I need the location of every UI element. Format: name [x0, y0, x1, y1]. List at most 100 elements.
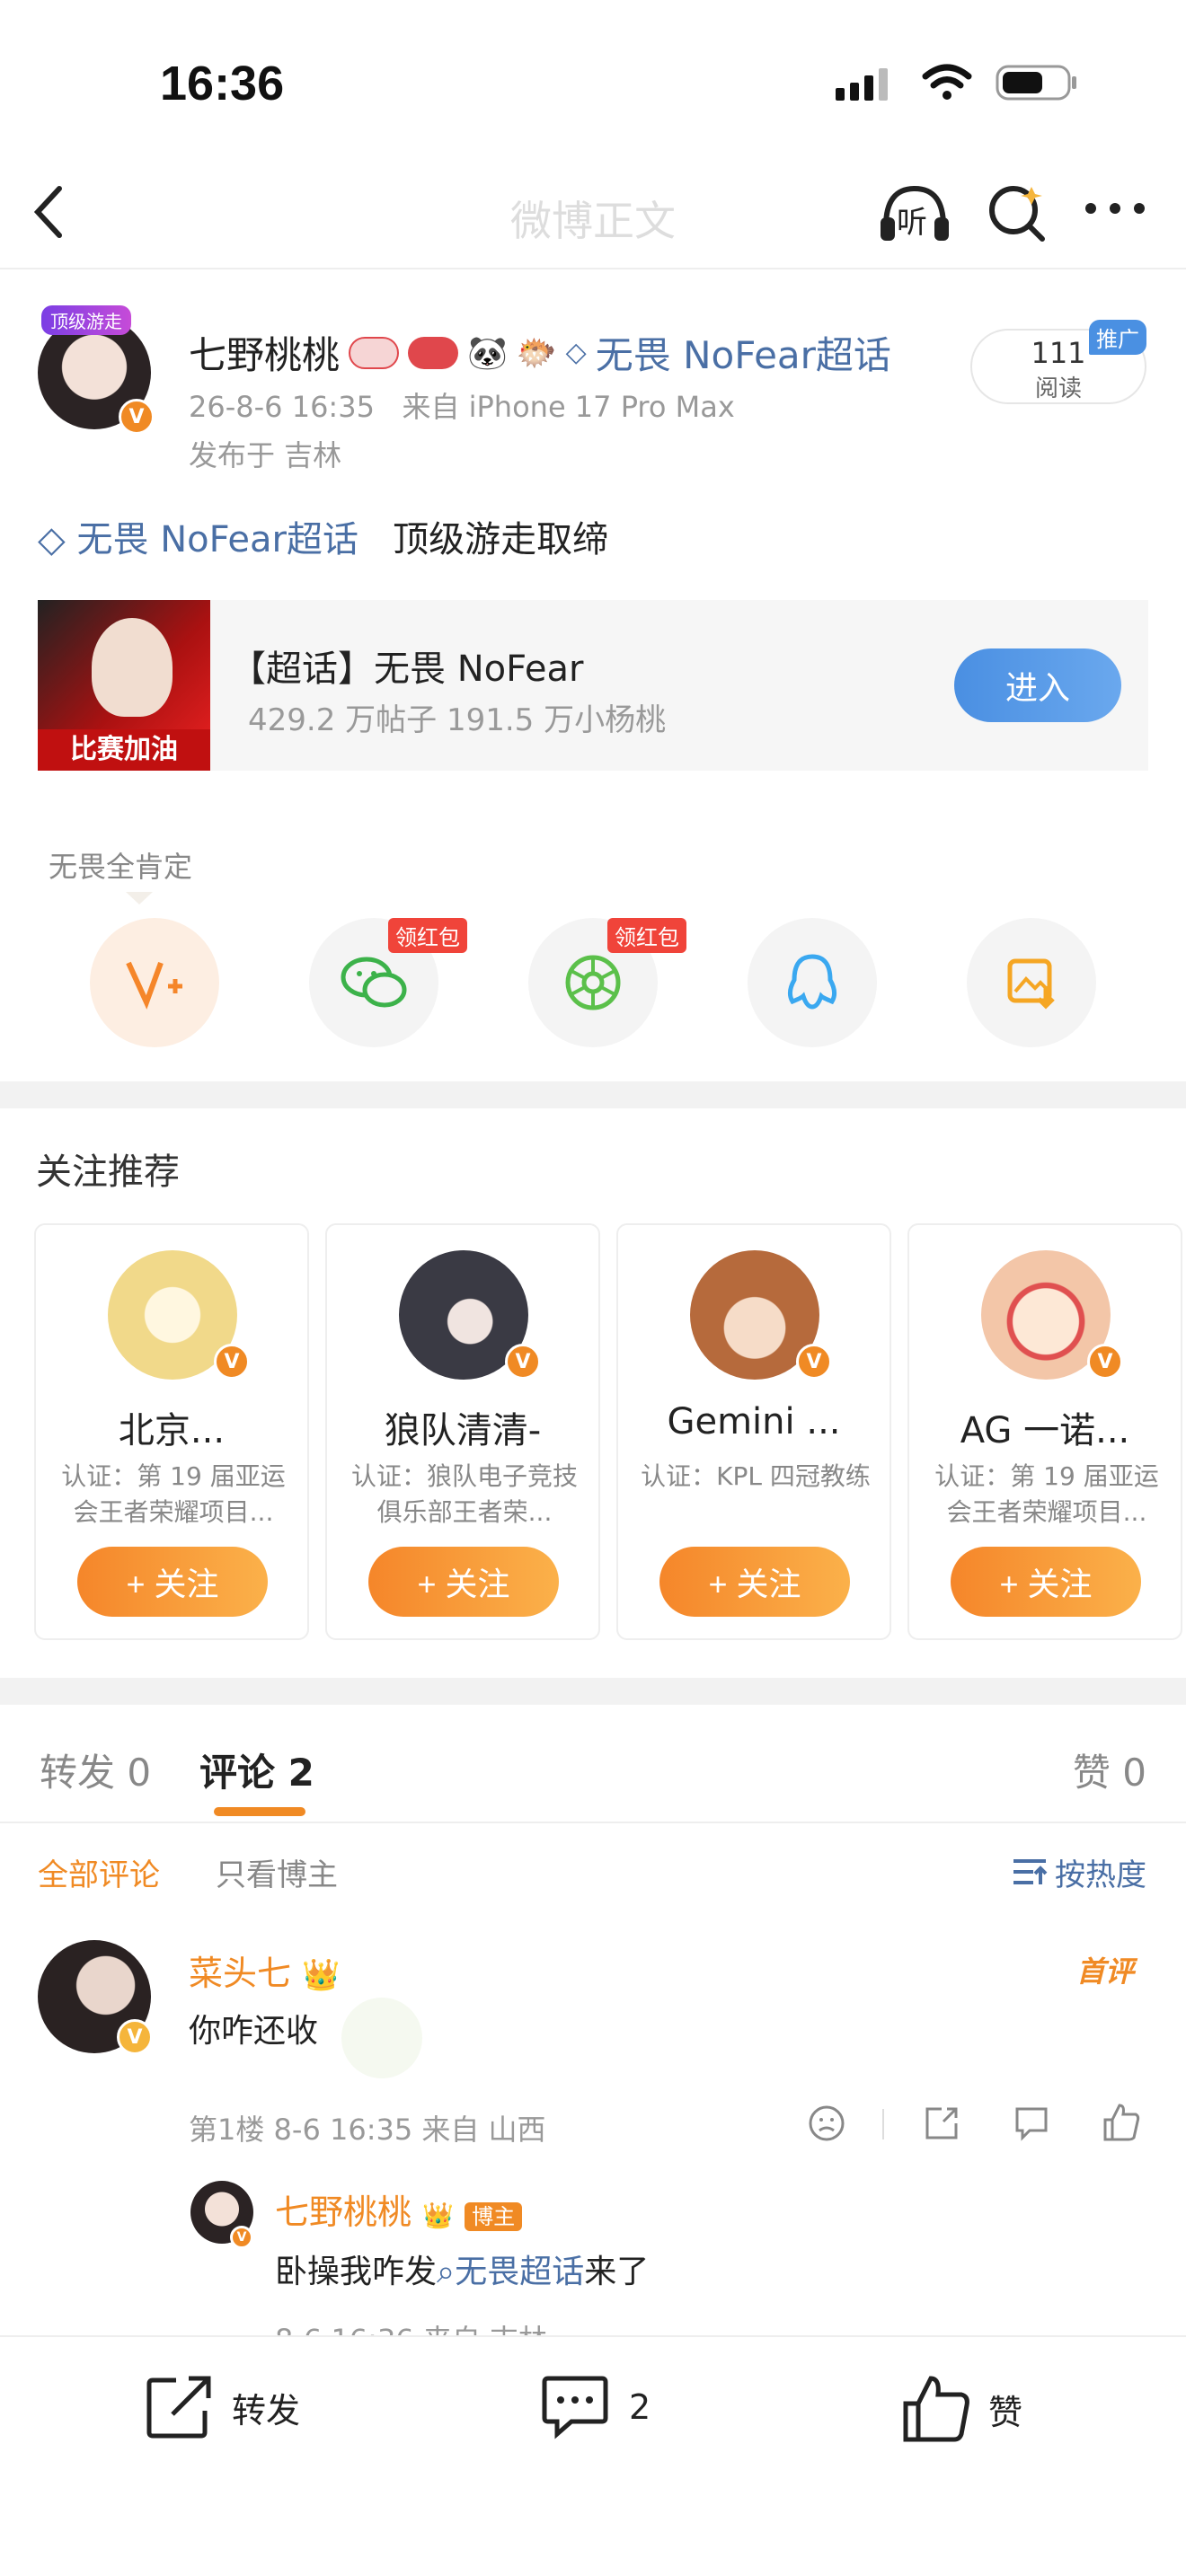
- recommend-title: 关注推荐: [36, 1151, 180, 1193]
- filter-all[interactable]: 全部评论: [38, 1850, 160, 1894]
- tab-bar: 转发 0 评论 2 赞 0: [0, 1707, 1186, 1823]
- share-comment-icon[interactable]: [922, 2104, 961, 2147]
- crown-icon: 👑: [422, 2201, 454, 2230]
- verified-badge: V: [796, 1344, 832, 1380]
- reply-author[interactable]: 七野桃桃 👑 博主: [275, 2184, 523, 2234]
- verified-badge: V: [230, 2226, 253, 2249]
- comment-author-name: 菜头七: [189, 1954, 292, 1993]
- repost-button[interactable]: 转发: [146, 2375, 300, 2439]
- follow-button[interactable]: + 关注: [659, 1547, 850, 1617]
- body-text: 顶级游走取缔: [393, 519, 609, 560]
- comment-author[interactable]: 菜头七 👑: [189, 1945, 340, 1995]
- like-label: 赞: [988, 2392, 1023, 2432]
- recommend-desc: 认证：第 19 届亚运会王者荣耀项目...: [61, 1461, 286, 1527]
- tab-like[interactable]: 赞 0: [1073, 1742, 1146, 1797]
- recommend-desc: 认证：狼队电子竞技俱乐部王者荣...: [350, 1461, 578, 1527]
- repost-label: 转发: [232, 2390, 301, 2430]
- search-icon[interactable]: [985, 180, 1049, 244]
- supertopic-image: 比赛加油: [38, 600, 210, 771]
- tab-repost[interactable]: 转发 0: [40, 1742, 151, 1797]
- avatar-badge: 顶级游走: [41, 305, 131, 335]
- post-meta: 26-8-6 16:35 来自 iPhone 17 Pro Max: [189, 384, 735, 426]
- post-source: 来自 iPhone 17 Pro Max: [402, 390, 735, 424]
- recommend-card[interactable]: V AG 一诺... 认证：第 19 届亚运会王者荣耀项目... + 关注: [907, 1223, 1182, 1640]
- verified-badge: V: [119, 399, 155, 435]
- sort-button[interactable]: 按热度: [1012, 1850, 1146, 1894]
- diamond-icon: ◇: [565, 337, 587, 368]
- post-body: ◇ 无畏 NoFear超话 顶级游走取缔: [38, 510, 608, 562]
- verified-badge: V: [117, 2019, 153, 2055]
- signal-icon: [836, 68, 888, 101]
- promo-tag: 推广: [1089, 320, 1146, 355]
- hint-arrow-icon: [126, 891, 153, 904]
- share-hint: 无畏全肯定: [49, 850, 193, 884]
- reply-topic-link[interactable]: 无畏超话: [455, 2254, 584, 2290]
- active-tab-indicator: [214, 1807, 305, 1816]
- bottom-action-bar: [0, 2335, 1186, 2576]
- fan-medal-icon: [349, 336, 400, 369]
- save-image-button[interactable]: [967, 918, 1096, 1047]
- panda-icon: 🐼: [467, 334, 508, 372]
- battery-icon: [996, 65, 1076, 101]
- follow-button[interactable]: + 关注: [368, 1547, 559, 1617]
- dislike-icon[interactable]: [807, 2104, 846, 2147]
- listen-button[interactable]: 听: [877, 181, 952, 244]
- reply-comment-icon[interactable]: [1012, 2104, 1051, 2147]
- qq-icon: [787, 954, 837, 1010]
- verified-badge: V: [214, 1344, 250, 1380]
- reply-text-before: 卧操我咋发: [275, 2254, 438, 2290]
- reply-author-name: 七野桃桃: [275, 2192, 412, 2232]
- level-badge-icon: [408, 336, 459, 369]
- v-plus-share-button[interactable]: [90, 918, 219, 1047]
- listen-label: 听: [897, 205, 927, 241]
- recommend-desc: 认证：KPL 四冠教练: [641, 1461, 871, 1491]
- read-label: 阅读: [1034, 375, 1082, 402]
- enter-button[interactable]: 进入: [954, 648, 1121, 722]
- recommend-desc: 认证：第 19 届亚运会王者荣耀项目...: [934, 1461, 1159, 1527]
- recommend-card[interactable]: V 北京... 认证：第 19 届亚运会王者荣耀项目... + 关注: [34, 1223, 309, 1640]
- thumbs-up-icon: [903, 2376, 969, 2442]
- crown-icon: 👑: [302, 1957, 341, 1993]
- post-time: 26-8-6 16:35: [189, 390, 375, 424]
- sticker-decoration-icon: [341, 1998, 422, 2078]
- recommend-name: AG 一诺...: [960, 1410, 1130, 1451]
- comment-button[interactable]: 2: [539, 2375, 651, 2439]
- section-divider: [0, 1081, 1186, 1108]
- recommend-name: Gemini ...: [667, 1401, 841, 1442]
- aperture-icon: [565, 955, 621, 1010]
- post-location: 发布于 吉林: [189, 438, 342, 472]
- body-topic-link[interactable]: 无畏 NoFear超话: [76, 519, 358, 560]
- recommend-name: 狼队清清-: [384, 1410, 542, 1451]
- card-title: 【超话】无畏 NoFear: [230, 648, 584, 690]
- image-caption: 比赛加油: [38, 729, 210, 771]
- action-divider: [882, 2109, 884, 2139]
- fish-icon: 🐡: [516, 334, 557, 372]
- qq-share-button[interactable]: [748, 918, 877, 1047]
- reply-text: 卧操我咋发⌕无畏超话来了: [275, 2245, 649, 2292]
- recommend-card[interactable]: V 狼队清清- 认证：狼队电子竞技俱乐部王者荣... + 关注: [325, 1223, 600, 1640]
- verified-badge: V: [505, 1344, 541, 1380]
- sort-label: 按热度: [1055, 1857, 1146, 1893]
- wifi-icon: [922, 64, 972, 100]
- tab-comment[interactable]: 评论 2: [199, 1742, 314, 1797]
- like-button[interactable]: 赞: [902, 2375, 1022, 2443]
- reply-text-after: 来了: [584, 2254, 650, 2290]
- section-divider: [0, 1678, 1186, 1705]
- first-comment-tag: 首评: [1075, 1954, 1134, 1989]
- v-plus-icon: [126, 961, 182, 1010]
- repost-icon: [146, 2376, 211, 2439]
- like-comment-icon[interactable]: [1102, 2102, 1141, 2147]
- diamond-icon: ◇: [38, 519, 66, 560]
- follow-button[interactable]: + 关注: [951, 1547, 1141, 1617]
- recommend-name: 北京...: [118, 1410, 226, 1451]
- comment-meta: 第1楼 8-6 16:35 来自 山西: [189, 2113, 546, 2147]
- recommend-card[interactable]: V Gemini ... 认证：KPL 四冠教练 + 关注: [616, 1223, 891, 1640]
- author-name[interactable]: 七野桃桃: [189, 325, 340, 380]
- wechat-icon: [341, 957, 407, 1008]
- status-icons: [836, 63, 1078, 102]
- card-subtitle: 429.2 万帖子 191.5 万小杨桃: [248, 702, 667, 738]
- filter-author-only[interactable]: 只看博主: [216, 1850, 338, 1894]
- topic-link[interactable]: 无畏 NoFear超话: [596, 325, 891, 380]
- more-icon[interactable]: [1084, 199, 1146, 217]
- follow-button[interactable]: + 关注: [77, 1547, 268, 1617]
